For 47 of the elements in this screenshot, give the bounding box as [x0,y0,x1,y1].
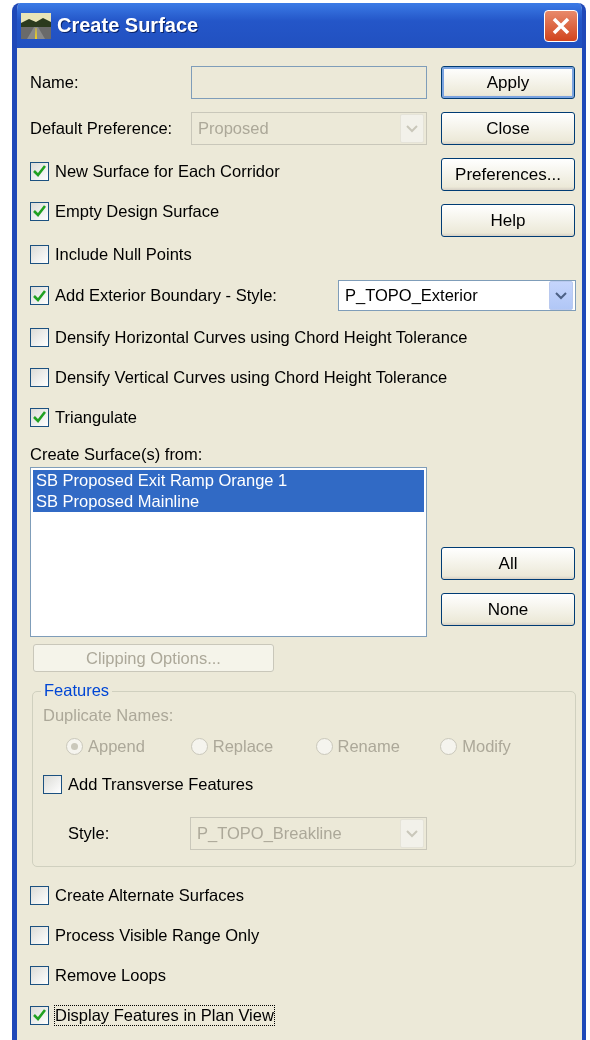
checkbox-label[interactable]: Add Transverse Features [68,774,254,794]
corridor-list[interactable]: SB Proposed Exit Ramp Orange 1 SB Proposed Mainline [30,467,427,637]
checkbox[interactable] [30,161,49,181]
checkbox-label[interactable]: Densify Horizontal Curves using Chord Height Tolerance [55,327,468,347]
checkbox-label[interactable]: Include Null Points [55,244,192,264]
chevron-down-icon [406,829,418,838]
dropdown[interactable]: P_TOPO_Exterior [338,280,576,311]
close-button[interactable] [544,9,578,42]
checkbox[interactable] [30,1005,49,1025]
dialog-button[interactable]: Help [441,204,575,237]
close-icon [551,15,571,36]
checkbox[interactable] [30,286,49,305]
checkbox-label[interactable]: Densify Vertical Curves using Chord Height Tolerance [55,367,448,387]
checkbox[interactable] [30,201,49,221]
checkbox-label[interactable]: Process Visible Range Only [55,925,260,945]
list-button[interactable]: None [441,593,575,626]
checkbox-label[interactable]: Remove Loops [55,965,166,985]
checkbox[interactable] [30,407,49,427]
list-label: Create Surface(s) from: [30,445,204,465]
field-label: Name: [30,73,80,92]
checkbox-label[interactable]: New Surface for Each Corridor [55,161,280,181]
checkbox[interactable] [30,244,49,264]
list-button[interactable]: All [441,547,575,580]
checkbox[interactable] [30,327,49,347]
dialog-button[interactable]: Apply [441,66,575,99]
window-title: Create Surface [57,14,200,37]
dialog-button[interactable]: Close [441,112,575,145]
checkbox[interactable] [43,774,62,794]
list-item[interactable]: SB Proposed Exit Ramp Orange 1 [33,470,424,491]
checkbox-label[interactable]: Triangulate [55,407,137,427]
chevron-down-icon [406,124,418,133]
name-field[interactable] [191,66,427,99]
list-item[interactable]: SB Proposed Mainline [33,491,424,512]
chevron-down-icon [555,291,567,300]
checkbox-label[interactable]: Add Exterior Boundary - Style: [55,286,277,305]
checkbox[interactable] [30,925,49,945]
checkbox-label[interactable]: Create Alternate Surfaces [55,885,244,905]
field-label: Style: [68,824,111,843]
checkbox-label[interactable]: Empty Design Surface [55,201,220,221]
field-label: Default Preference: [30,119,174,138]
checkbox[interactable] [30,367,49,387]
road-icon [21,12,51,39]
checkbox-label[interactable]: Display Features in Plan View [55,1005,274,1025]
checkbox[interactable] [30,885,49,905]
field-label: Duplicate Names: [43,706,175,726]
dialog-button[interactable]: Preferences... [441,158,575,191]
checkbox[interactable] [30,965,49,985]
